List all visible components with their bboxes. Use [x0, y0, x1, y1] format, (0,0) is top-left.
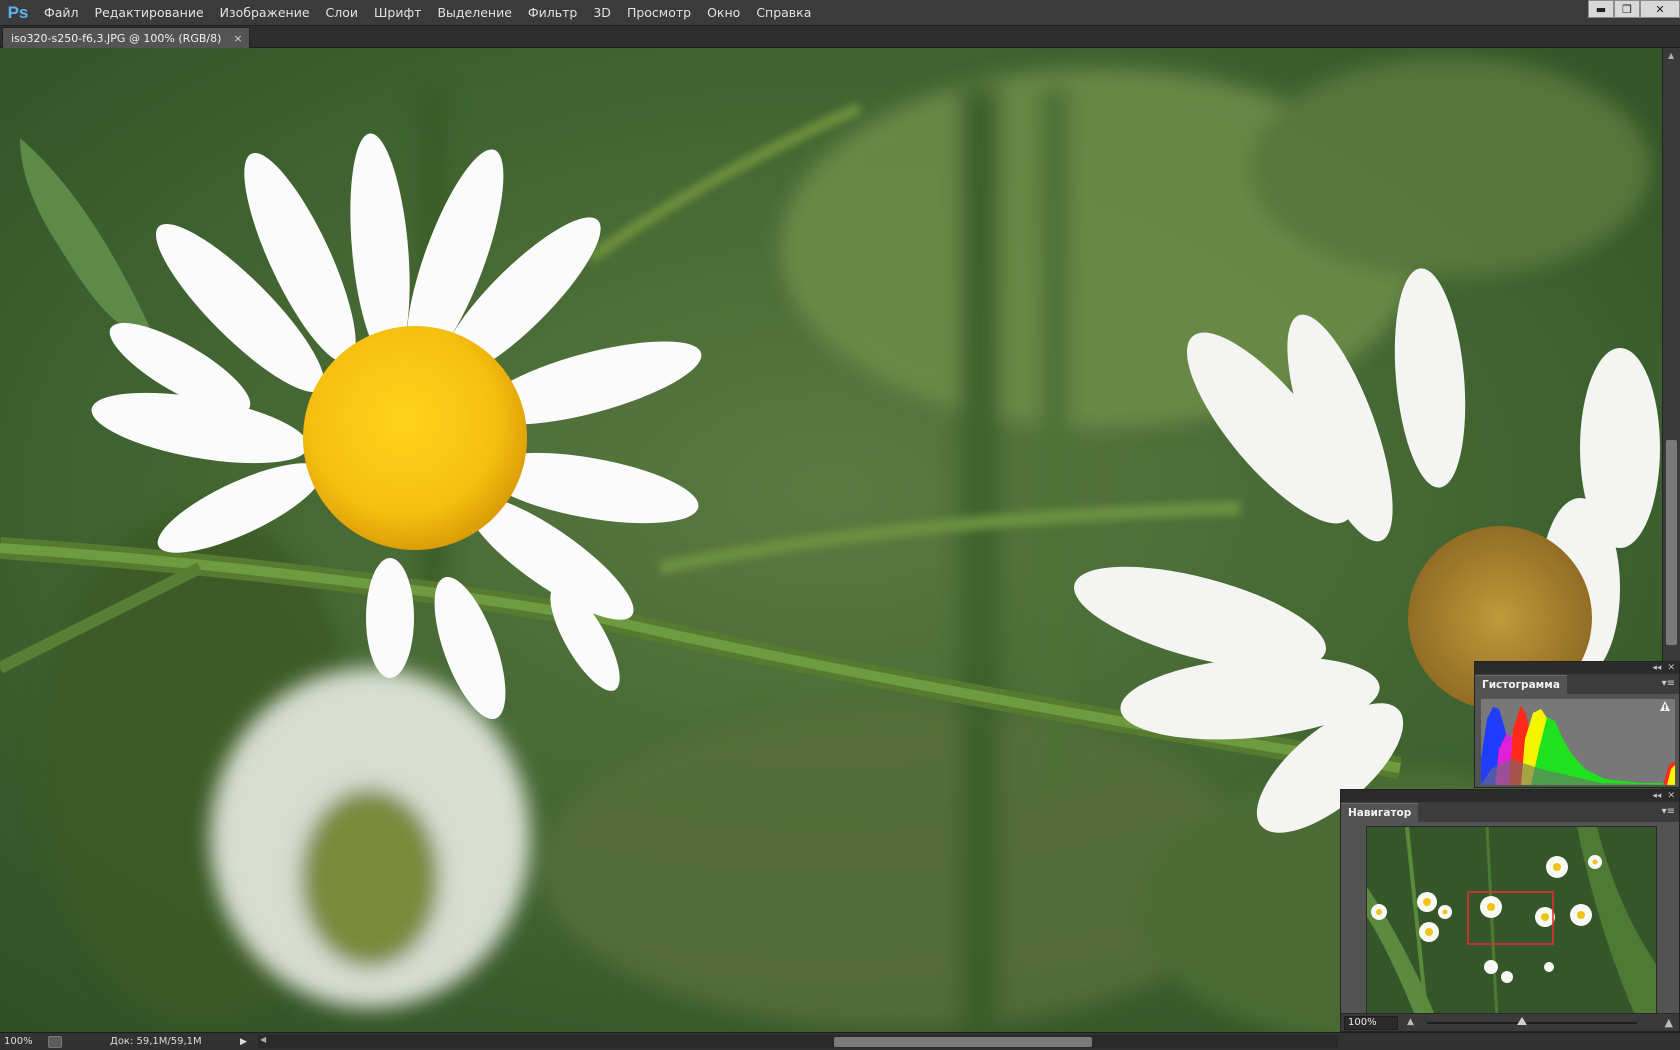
- menu-image[interactable]: Изображение: [212, 0, 318, 26]
- navigator-zoom-slider[interactable]: [1427, 1017, 1637, 1025]
- restore-button[interactable]: ❐: [1614, 0, 1640, 18]
- menu-select[interactable]: Выделение: [429, 0, 519, 26]
- document-tab-bar: iso320-s250-f6,3.JPG @ 100% (RGB/8) ×: [0, 26, 1680, 48]
- small-mountain-icon[interactable]: ▲: [1407, 1017, 1414, 1027]
- zoom-slider-handle[interactable]: [1516, 1017, 1527, 1025]
- close-panel-icon[interactable]: ✕: [1667, 663, 1675, 673]
- large-mountain-icon[interactable]: ▲: [1665, 1016, 1673, 1029]
- horizontal-scrollbar[interactable]: ◀: [258, 1035, 1338, 1048]
- status-menu-arrow-icon[interactable]: ▶: [240, 1037, 252, 1047]
- status-zoom[interactable]: 100%: [0, 1036, 48, 1047]
- minimize-button[interactable]: ▬: [1588, 0, 1614, 18]
- document-tab[interactable]: iso320-s250-f6,3.JPG @ 100% (RGB/8) ×: [2, 27, 250, 48]
- panel-menu-icon[interactable]: ▾≡: [1662, 806, 1675, 817]
- warning-triangle-icon[interactable]: [1659, 700, 1671, 712]
- navigator-panel: ◂◂ ✕ Навигатор ▾≡ 100% ▲ ▲: [1340, 789, 1680, 1032]
- navigator-zoom-field[interactable]: 100%: [1344, 1016, 1398, 1030]
- histogram-tab[interactable]: Гистограмма: [1475, 675, 1567, 694]
- status-proof-icon[interactable]: [48, 1035, 62, 1048]
- menu-3d[interactable]: 3D: [585, 0, 619, 26]
- photoshop-logo: Ps: [7, 2, 29, 22]
- collapse-panel-icon[interactable]: ◂◂: [1652, 663, 1661, 673]
- navigator-thumbnail[interactable]: [1366, 826, 1657, 1019]
- histogram-panel-topstrip: ◂◂ ✕: [1475, 662, 1679, 674]
- window-controls: ▬ ❐ ✕: [1588, 0, 1680, 18]
- menu-edit[interactable]: Редактирование: [87, 0, 212, 26]
- scroll-left-icon[interactable]: ◀: [260, 1035, 266, 1044]
- close-panel-icon[interactable]: ✕: [1667, 791, 1675, 801]
- menu-file[interactable]: Файл: [36, 0, 87, 26]
- close-tab-icon[interactable]: ×: [233, 32, 242, 45]
- menu-view[interactable]: Просмотр: [619, 0, 699, 26]
- histogram-graph: [1481, 699, 1675, 785]
- menu-window[interactable]: Окно: [699, 0, 748, 26]
- menu-layers[interactable]: Слои: [318, 0, 367, 26]
- document-tab-title: iso320-s250-f6,3.JPG @ 100% (RGB/8): [11, 31, 222, 45]
- histogram-tab-row: Гистограмма ▾≡: [1475, 674, 1679, 694]
- status-bar: 100% Док: 59,1M/59,1M ▶ ◀: [0, 1032, 1680, 1050]
- menu-filter[interactable]: Фильтр: [520, 0, 585, 26]
- navigator-panel-topstrip: ◂◂ ✕: [1341, 790, 1679, 802]
- horizontal-scroll-thumb[interactable]: [834, 1037, 1092, 1047]
- navigator-tab-row: Навигатор ▾≡: [1341, 802, 1679, 822]
- menu-bar: Ps Файл Редактирование Изображение Слои …: [0, 0, 1680, 26]
- document-info: Док: 59,1M/59,1M: [110, 1036, 202, 1047]
- navigator-zoom-bar: 100% ▲ ▲: [1341, 1013, 1679, 1031]
- menu-type[interactable]: Шрифт: [366, 0, 429, 26]
- scroll-up-icon[interactable]: ▲: [1668, 51, 1674, 60]
- close-window-button[interactable]: ✕: [1640, 0, 1680, 18]
- vertical-scroll-thumb[interactable]: [1666, 440, 1677, 645]
- collapse-panel-icon[interactable]: ◂◂: [1652, 791, 1661, 801]
- navigator-tab[interactable]: Навигатор: [1341, 803, 1419, 822]
- menu-help[interactable]: Справка: [748, 0, 819, 26]
- panel-menu-icon[interactable]: ▾≡: [1662, 678, 1675, 689]
- histogram-panel: ◂◂ ✕ Гистограмма ▾≡: [1474, 661, 1680, 788]
